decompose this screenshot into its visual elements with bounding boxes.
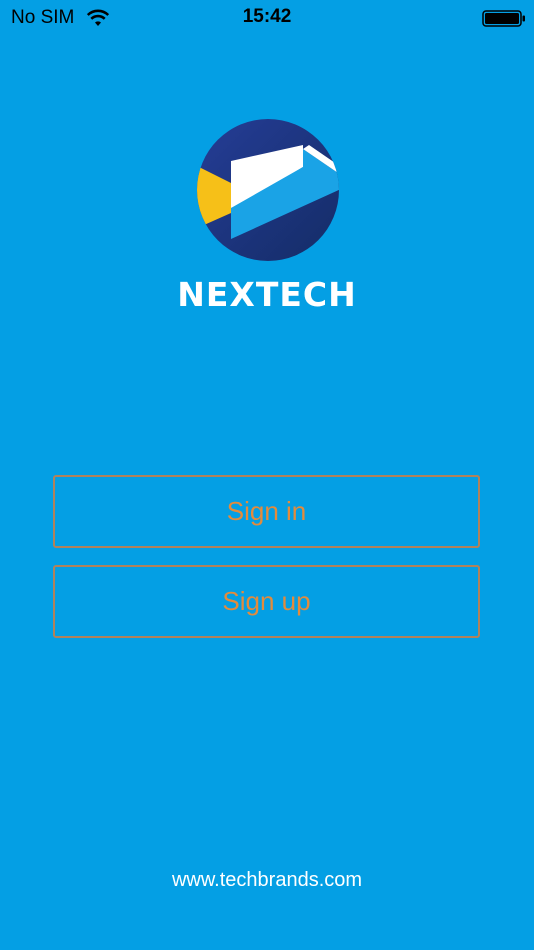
sign-in-button[interactable]: Sign in [53,475,480,548]
website-link[interactable]: www.techbrands.com [0,868,534,892]
welcome-screen: No SIM 15:42 NEXTECH Sign in Sign up www… [0,0,534,950]
brand-name: NEXTECH [177,275,357,314]
status-time: 15:42 [242,6,292,27]
sign-up-button[interactable]: Sign up [53,565,480,638]
status-bar: No SIM 15:42 [0,0,534,38]
nextech-logo-icon [197,119,339,261]
battery-full-icon [482,10,525,27]
